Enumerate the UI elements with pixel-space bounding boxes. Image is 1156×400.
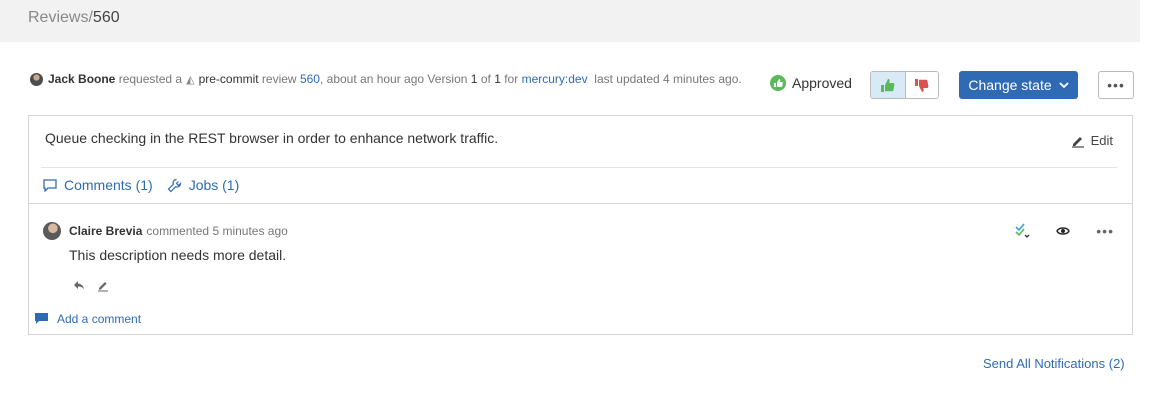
thumbs-up-icon xyxy=(881,78,895,92)
divider xyxy=(41,167,1117,168)
last-updated: last updated 4 minutes ago. xyxy=(594,72,742,86)
review-panel: Queue checking in the REST browser in or… xyxy=(28,115,1133,335)
chevron-down-icon xyxy=(1059,81,1069,88)
task-check-icon[interactable] xyxy=(1014,223,1030,239)
tab-comments[interactable]: Comments (1) xyxy=(43,177,153,193)
edit-description-button[interactable]: Edit xyxy=(1071,133,1113,148)
for-word: for xyxy=(504,72,519,86)
vote-group xyxy=(870,71,939,99)
vote-up-button[interactable] xyxy=(871,72,906,98)
version-total[interactable]: 1 xyxy=(494,72,501,86)
comment-icon xyxy=(43,178,57,192)
avatar xyxy=(43,222,61,240)
edit-label: Edit xyxy=(1090,133,1113,148)
approved-icon xyxy=(770,75,786,91)
tab-jobs[interactable]: Jobs (1) xyxy=(167,177,240,193)
review-description: Queue checking in the REST browser in or… xyxy=(45,130,499,146)
review-id-link[interactable]: 560 xyxy=(300,72,320,86)
requested-text: requested a xyxy=(118,72,183,86)
project-link[interactable]: mercury:dev xyxy=(522,72,588,86)
vote-down-button[interactable] xyxy=(906,72,938,98)
tab-jobs-label: Jobs (1) xyxy=(188,177,240,193)
more-options-button[interactable]: ••• xyxy=(1098,71,1134,99)
breadcrumb: Reviews/560 xyxy=(28,9,120,27)
state-badge: Approved xyxy=(770,75,852,91)
comment-actions xyxy=(73,280,109,292)
comment-body: This description needs more detail. xyxy=(69,247,287,263)
review-tabs: Comments (1) Jobs (1) xyxy=(43,177,239,193)
version-current[interactable]: 1 xyxy=(471,72,478,86)
comment-icon xyxy=(35,313,48,324)
top-bar: Reviews/560 xyxy=(0,0,1140,42)
review-word: review xyxy=(261,72,297,86)
thumbs-down-icon xyxy=(915,78,929,92)
tab-comments-label: Comments (1) xyxy=(64,177,153,193)
change-state-button[interactable]: Change state xyxy=(959,71,1078,99)
author-avatar xyxy=(30,72,43,86)
breadcrumb-section[interactable]: Reviews xyxy=(28,9,88,26)
comment-time: 5 minutes ago xyxy=(212,224,288,238)
reply-icon[interactable] xyxy=(73,280,85,290)
comment-more-button[interactable]: ••• xyxy=(1096,223,1114,239)
review-type-icon: ◭ xyxy=(186,73,195,86)
wrench-icon xyxy=(167,178,181,192)
pencil-icon[interactable] xyxy=(97,280,109,292)
divider xyxy=(29,203,1132,204)
ellipsis-icon: ••• xyxy=(1107,77,1125,93)
state-label: Approved xyxy=(792,75,852,91)
review-time: , about an hour ago xyxy=(319,72,425,86)
version-word: Version xyxy=(427,72,468,86)
eye-icon[interactable] xyxy=(1056,226,1071,236)
review-meta: Jack Boone requested a ◭ pre-commit revi… xyxy=(30,72,742,86)
author-name[interactable]: Jack Boone xyxy=(48,72,115,86)
comment-header: Claire Brevia commented 5 minutes ago xyxy=(43,222,288,240)
comment-author[interactable]: Claire Brevia xyxy=(69,224,142,238)
review-type: pre-commit xyxy=(198,72,259,86)
pencil-icon xyxy=(1071,136,1084,148)
comment-action: commented xyxy=(146,224,210,238)
add-comment-label: Add a comment xyxy=(57,312,142,326)
send-notifications-link[interactable]: Send All Notifications (2) xyxy=(983,356,1125,371)
version-of: of xyxy=(480,72,491,86)
comment-toolbar: ••• xyxy=(1014,223,1114,239)
breadcrumb-review-id: 560 xyxy=(92,9,120,26)
add-comment-link[interactable]: Add a comment xyxy=(35,312,141,326)
change-state-label: Change state xyxy=(968,77,1052,93)
